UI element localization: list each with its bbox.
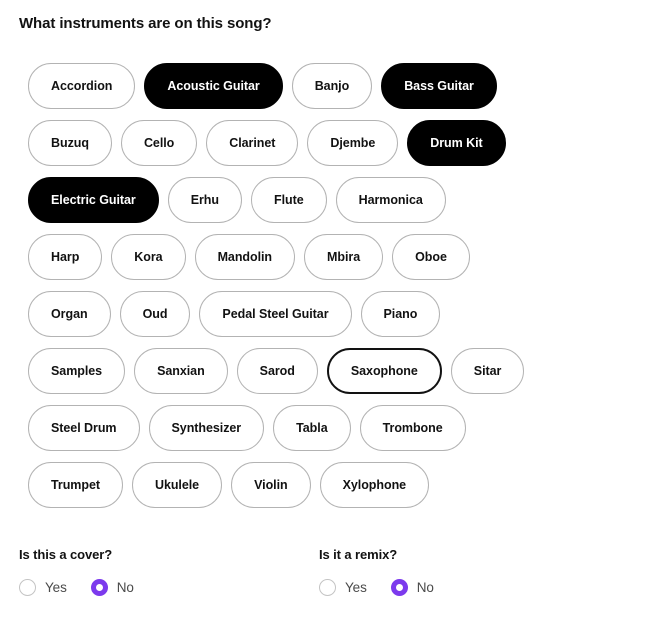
instrument-chip-piano[interactable]: Piano — [360, 291, 441, 337]
instrument-chip-harp[interactable]: Harp — [28, 234, 103, 280]
instrument-chip-mbira[interactable]: Mbira — [304, 234, 384, 280]
chip-row: Harp Kora Mandolin Mbira Oboe — [28, 234, 632, 280]
instrument-chip-tabla[interactable]: Tabla — [273, 405, 351, 451]
instrument-chip-buzuq[interactable]: Buzuq — [28, 120, 112, 166]
chip-row: Buzuq Cello Clarinet Djembe Drum Kit — [28, 120, 632, 166]
remix-question-label: Is it a remix? — [319, 547, 398, 562]
instrument-chip-erhu[interactable]: Erhu — [167, 177, 242, 223]
radio-button-icon[interactable] — [90, 579, 108, 596]
instrument-chip-harmonica[interactable]: Harmonica — [335, 177, 446, 223]
instrument-chip-samples[interactable]: Samples — [28, 348, 126, 394]
remix-option-no[interactable]: No — [390, 579, 434, 596]
instrument-chip-pedal-steel-guitar[interactable]: Pedal Steel Guitar — [199, 291, 352, 337]
remix-radio-group[interactable]: Yes No — [319, 579, 434, 596]
instrument-chip-trumpet[interactable]: Trumpet — [28, 462, 123, 508]
chip-row: Samples Sanxian Sarod Saxophone Sitar — [28, 348, 632, 394]
instrument-chip-synthesizer[interactable]: Synthesizer — [148, 405, 265, 451]
instrument-chip-ukulele[interactable]: Ukulele — [131, 462, 223, 508]
instrument-chip-oud[interactable]: Oud — [119, 291, 191, 337]
remix-option-label: Yes — [345, 580, 367, 595]
cover-option-yes[interactable]: Yes — [19, 579, 67, 596]
cover-question-label: Is this a cover? — [19, 547, 113, 562]
page-title: What instruments are on this song? — [19, 15, 272, 32]
instrument-chip-accordion[interactable]: Accordion — [28, 63, 136, 109]
instrument-chip-organ[interactable]: Organ — [28, 291, 111, 337]
instrument-chip-oboe[interactable]: Oboe — [392, 234, 470, 280]
instrument-chip-saxophone[interactable]: Saxophone — [326, 348, 442, 394]
instrument-chip-electric-guitar[interactable]: Electric Guitar — [28, 177, 159, 223]
radio-button-icon[interactable] — [390, 579, 408, 596]
instrument-chip-mandolin[interactable]: Mandolin — [194, 234, 296, 280]
instrument-chip-kora[interactable]: Kora — [111, 234, 186, 280]
instrument-chip-xylophone[interactable]: Xylophone — [319, 462, 430, 508]
cover-option-no[interactable]: No — [90, 579, 134, 596]
chip-row: Accordion Acoustic Guitar Banjo Bass Guitar — [28, 63, 632, 109]
chip-row: Electric Guitar Erhu Flute Harmonica — [28, 177, 632, 223]
chip-row: Trumpet Ukulele Violin Xylophone — [28, 462, 632, 508]
cover-option-label: No — [116, 580, 134, 595]
remix-option-label: No — [416, 580, 434, 595]
instrument-chip-banjo[interactable]: Banjo — [291, 63, 373, 109]
instrument-chip-violin[interactable]: Violin — [231, 462, 311, 508]
radio-button-icon[interactable] — [19, 579, 36, 596]
instrument-chip-djembe[interactable]: Djembe — [307, 120, 399, 166]
cover-radio-group[interactable]: Yes No — [19, 579, 134, 596]
instrument-chip-steel-drum[interactable]: Steel Drum — [28, 405, 140, 451]
instrument-tagging-page: What instruments are on this song? Accor… — [0, 0, 657, 638]
instrument-chip-grid: Accordion Acoustic Guitar Banjo Bass Guitar… — [28, 63, 632, 519]
radio-button-icon[interactable] — [319, 579, 336, 596]
remix-question-block: Is it a remix? Yes No — [319, 546, 434, 596]
instrument-chip-cello[interactable]: Cello — [120, 120, 198, 166]
instrument-chip-flute[interactable]: Flute — [250, 177, 327, 223]
instrument-chip-clarinet[interactable]: Clarinet — [206, 120, 299, 166]
instrument-chip-trombone[interactable]: Trombone — [359, 405, 466, 451]
instrument-chip-sanxian[interactable]: Sanxian — [134, 348, 228, 394]
instrument-chip-sitar[interactable]: Sitar — [450, 348, 525, 394]
instrument-chip-acoustic-guitar[interactable]: Acoustic Guitar — [144, 63, 283, 109]
instrument-chip-drum-kit[interactable]: Drum Kit — [407, 120, 506, 166]
chip-row: Steel Drum Synthesizer Tabla Trombone — [28, 405, 632, 451]
instrument-chip-bass-guitar[interactable]: Bass Guitar — [381, 63, 497, 109]
instrument-chip-sarod[interactable]: Sarod — [236, 348, 318, 394]
remix-option-yes[interactable]: Yes — [319, 579, 367, 596]
chip-row: Organ Oud Pedal Steel Guitar Piano — [28, 291, 632, 337]
cover-question-block: Is this a cover? Yes No — [19, 546, 134, 596]
cover-option-label: Yes — [45, 580, 67, 595]
